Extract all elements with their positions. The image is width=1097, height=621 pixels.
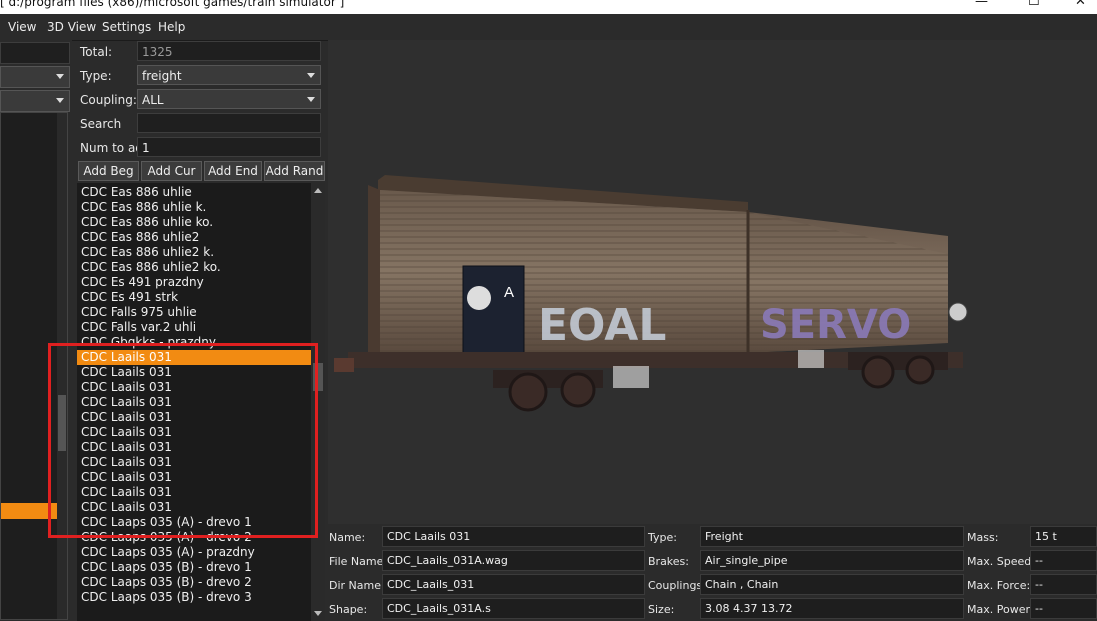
max-power-value: --	[1030, 598, 1097, 619]
wagon-info-panel: Name: CDC Laails 031 File Name: CDC_Laai…	[327, 524, 1097, 621]
mass-label: Mass:	[967, 531, 999, 544]
wagon-render: A EOAL SERVO	[334, 175, 968, 412]
title-bar: [ d:/program files (x86)/microsoft games…	[0, 0, 1097, 14]
list-item[interactable]: CDC Eas 886 uhlie ko.	[77, 215, 317, 230]
chevron-down-icon	[307, 97, 315, 102]
name-value: CDC Laails 031	[382, 526, 645, 547]
list-item[interactable]: CDC Eas 886 uhlie k.	[77, 200, 317, 215]
couplings-value: Chain , Chain	[700, 574, 964, 595]
scroll-up-icon[interactable]	[314, 188, 322, 193]
shape-value: CDC_Laails_031A.s	[382, 598, 645, 619]
chevron-down-icon	[307, 73, 315, 78]
type-label: Type:	[80, 69, 112, 83]
add-cur-button[interactable]: Add Cur	[141, 161, 202, 181]
size-label: Size:	[648, 603, 675, 616]
minimize-button[interactable]: —	[975, 0, 988, 9]
graffiti-right: SERVO	[760, 302, 911, 348]
list-item[interactable]: CDC Laaps 035 (B) - drevo 3	[77, 590, 317, 605]
chevron-down-icon	[56, 74, 64, 79]
menu-bar: View 3D View Settings Help	[0, 14, 1097, 41]
brakes-value: Air_single_pipe	[700, 550, 964, 571]
type-info-label: Type:	[648, 531, 677, 544]
chevron-down-icon	[56, 98, 64, 103]
scroll-down-icon[interactable]	[314, 611, 322, 616]
wheel	[905, 355, 935, 385]
placard-emblem	[467, 286, 491, 310]
num-to-add-input[interactable]: 1	[137, 137, 321, 157]
menu-settings[interactable]: Settings	[102, 20, 151, 34]
wheel	[861, 355, 895, 389]
menu-3d-view[interactable]: 3D View	[47, 20, 96, 34]
wagon-placard	[462, 265, 525, 357]
list-item[interactable]: CDC Eas 886 uhlie2	[77, 230, 317, 245]
menu-view[interactable]: View	[8, 20, 36, 34]
dir-name-label: Dir Name:	[329, 579, 385, 592]
consist-name-field[interactable]	[0, 42, 70, 64]
mass-value: 15 t	[1030, 526, 1097, 547]
add-end-button[interactable]: Add End	[204, 161, 262, 181]
graffiti-left: EOAL	[538, 300, 666, 351]
consist-sort-dropdown[interactable]	[0, 90, 70, 112]
list-item[interactable]: CDC Eas 886 uhlie	[77, 185, 317, 200]
add-beg-button[interactable]: Add Beg	[78, 161, 139, 181]
type-info-value: Freight	[700, 526, 964, 547]
max-power-label: Max. Power:	[967, 603, 1034, 616]
list-item[interactable]: CDC Falls 975 uhlie	[77, 305, 317, 320]
list-item[interactable]: CDC Eas 886 uhlie2 ko.	[77, 260, 317, 275]
max-speed-value: --	[1030, 550, 1097, 571]
max-force-value: --	[1030, 574, 1097, 595]
file-name-value: CDC_Laails_031A.wag	[382, 550, 645, 571]
couplings-label: Couplings:	[648, 579, 706, 592]
dir-name-value: CDC_Laails_031	[382, 574, 645, 595]
max-force-label: Max. Force:	[967, 579, 1031, 592]
search-label: Search	[80, 117, 122, 131]
menu-help[interactable]: Help	[158, 20, 185, 34]
size-value: 3.08 4.37 13.72	[700, 598, 964, 619]
list-item[interactable]: CDC Laaps 035 (B) - drevo 2	[77, 575, 317, 590]
list-item[interactable]: CDC Es 491 prazdny	[77, 275, 317, 290]
3d-viewport[interactable]: A EOAL SERVO	[328, 40, 1097, 524]
maximize-button[interactable]: ☐	[1028, 0, 1040, 9]
total-value: 1325	[137, 41, 321, 61]
type-dropdown[interactable]: freight	[137, 65, 321, 85]
wheel	[560, 372, 596, 408]
max-speed-label: Max. Speed:	[967, 555, 1035, 568]
consist-filter-dropdown[interactable]	[0, 66, 70, 88]
name-label: Name:	[329, 531, 366, 544]
list-item[interactable]: CDC Falls var.2 uhli	[77, 320, 317, 335]
coupling-dropdown-value: ALL	[142, 93, 164, 107]
annotation-highlight-box	[48, 343, 318, 538]
list-item[interactable]: CDC Es 491 strk	[77, 290, 317, 305]
add-rand-button[interactable]: Add Rand	[264, 161, 325, 181]
end-sign	[948, 302, 968, 322]
close-button[interactable]: ✕	[1075, 0, 1086, 9]
window-title: [ d:/program files (x86)/microsoft games…	[0, 0, 345, 9]
search-input[interactable]	[137, 113, 321, 133]
list-item[interactable]: CDC Laaps 035 (B) - drevo 1	[77, 560, 317, 575]
file-name-label: File Name:	[329, 555, 388, 568]
type-dropdown-value: freight	[142, 69, 182, 83]
list-item[interactable]: CDC Laaps 035 (A) - prazdny	[77, 545, 317, 560]
total-label: Total:	[80, 45, 113, 59]
placard-letter: A	[504, 284, 514, 301]
coupling-dropdown[interactable]: ALL	[137, 89, 321, 109]
shape-label: Shape:	[329, 603, 368, 616]
buffer-left	[334, 358, 354, 372]
list-item[interactable]: CDC Eas 886 uhlie2 k.	[77, 245, 317, 260]
coupling-label: Coupling:	[80, 93, 137, 107]
wheel	[508, 372, 548, 412]
info-panel	[613, 366, 649, 388]
info-panel	[798, 350, 824, 368]
brakes-label: Brakes:	[648, 555, 689, 568]
wagon-end	[368, 185, 380, 360]
